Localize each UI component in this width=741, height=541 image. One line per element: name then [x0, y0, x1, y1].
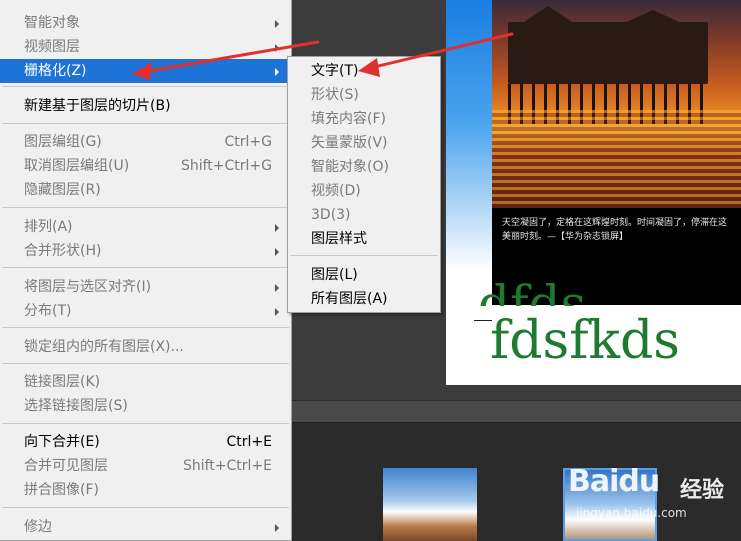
- submenu-item-label: 视频(D): [311, 183, 361, 199]
- submenu-arrow-icon: [275, 308, 279, 316]
- menu-item-shortcut: Ctrl+G: [224, 134, 273, 150]
- menu-item-label: 取消图层编组(U): [24, 158, 130, 174]
- submenu-arrow-icon: [275, 44, 279, 52]
- menu-item-label: 图层编组(G): [24, 134, 102, 150]
- text-insertion-cursor: [474, 320, 492, 321]
- baidu-jingyan-watermark: Baidu 经验 jingyan.baidu.com: [568, 458, 738, 528]
- submenu-item-smart-object[interactable]: 智能对象(O): [288, 155, 440, 179]
- submenu-separator: [290, 255, 438, 256]
- menu-separator: [2, 86, 289, 87]
- menu-item-video-layers[interactable]: 视频图层: [0, 35, 291, 59]
- water-reflection: [492, 110, 741, 208]
- submenu-item-label: 所有图层(A): [311, 291, 388, 307]
- menu-item-label: 视频图层: [24, 39, 80, 55]
- text-layer-line-1[interactable]: dfds: [478, 276, 586, 306]
- submenu-item-label: 形状(S): [311, 87, 359, 103]
- submenu-arrow-icon: [275, 68, 279, 76]
- submenu-arrow-icon: [275, 248, 279, 256]
- menu-item-label: 新建基于图层的切片(B): [24, 98, 171, 114]
- menu-item-combine-shapes[interactable]: 合并形状(H): [0, 239, 291, 263]
- photo-caption: 天空凝固了，定格在这辉煌时刻。时间凝固了，停滞在这 美丽时刻。—【华为杂志锁屏】: [502, 216, 741, 244]
- menu-separator: [2, 507, 289, 508]
- menu-item-label: 将图层与选区对齐(I): [24, 279, 152, 295]
- lockscreen-photo-layer[interactable]: 天空凝固了，定格在这辉煌时刻。时间凝固了，停滞在这 美丽时刻。—【华为杂志锁屏】: [492, 0, 741, 305]
- submenu-arrow-icon: [275, 284, 279, 292]
- submenu-item-label: 图层样式: [311, 231, 367, 247]
- menu-item-label: 合并形状(H): [24, 243, 102, 259]
- submenu-item-label: 矢量蒙版(V): [311, 135, 388, 151]
- menu-item-label: 隐藏图层(R): [24, 182, 101, 198]
- menu-item-matting[interactable]: 修边: [0, 515, 291, 539]
- menu-item-select-linked-layers[interactable]: 选择链接图层(S): [0, 394, 291, 418]
- menu-item-label: 栅格化(Z): [24, 63, 87, 79]
- submenu-item-vector-mask[interactable]: 矢量蒙版(V): [288, 131, 440, 155]
- caption-line-2: 美丽时刻。—【华为杂志锁屏】: [502, 232, 629, 242]
- layer-context-menu: 智能对象 视频图层 栅格化(Z) 新建基于图层的切片(B) 图层编组(G) Ctr…: [0, 0, 292, 541]
- submenu-item-layer[interactable]: 图层(L): [288, 263, 440, 287]
- menu-item-label: 链接图层(K): [24, 374, 101, 390]
- menu-item-flatten-image[interactable]: 拼合图像(F): [0, 478, 291, 502]
- menu-item-shortcut: Shift+Ctrl+E: [182, 458, 272, 474]
- canvas-background-gradient: [446, 0, 492, 270]
- menu-item-merge-visible[interactable]: 合并可见图层 Shift+Ctrl+E: [0, 454, 291, 478]
- menu-separator: [2, 123, 289, 124]
- menu-separator: [2, 207, 289, 208]
- submenu-item-3d[interactable]: 3D(3): [288, 203, 440, 227]
- submenu-item-label: 文字(T): [311, 63, 359, 79]
- submenu-item-fill-content[interactable]: 填充内容(F): [288, 107, 440, 131]
- menu-separator: [2, 423, 289, 424]
- menu-item-label: 锁定组内的所有图层(X)...: [24, 339, 184, 355]
- menu-item-label: 合并可见图层: [24, 458, 108, 474]
- submenu-item-all-layers[interactable]: 所有图层(A): [288, 287, 440, 311]
- rasterize-submenu: 文字(T) 形状(S) 填充内容(F) 矢量蒙版(V) 智能对象(O) 视频(D…: [287, 56, 441, 313]
- submenu-arrow-icon: [275, 20, 279, 28]
- menu-item-label: 排列(A): [24, 219, 73, 235]
- panel-bottom-bar: [292, 400, 741, 423]
- menu-item-label: 智能对象: [24, 15, 80, 31]
- menu-separator: [2, 363, 289, 364]
- submenu-item-type[interactable]: 文字(T): [288, 59, 440, 83]
- menu-item-label: 选择链接图层(S): [24, 398, 128, 414]
- menu-item-smart-object[interactable]: 智能对象: [0, 11, 291, 35]
- submenu-item-shape[interactable]: 形状(S): [288, 83, 440, 107]
- jingyan-label: 经验: [680, 478, 725, 503]
- submenu-item-label: 图层(L): [311, 267, 358, 283]
- menu-item-align-to-selection[interactable]: 将图层与选区对齐(I): [0, 275, 291, 299]
- menu-item-group-layers[interactable]: 图层编组(G) Ctrl+G: [0, 130, 291, 154]
- submenu-item-label: 填充内容(F): [311, 111, 386, 127]
- submenu-item-layer-style[interactable]: 图层样式: [288, 227, 440, 251]
- menu-item-arrange[interactable]: 排列(A): [0, 215, 291, 239]
- menu-item-link-layers[interactable]: 链接图层(K): [0, 370, 291, 394]
- menu-item-shortcut: Ctrl+E: [226, 434, 273, 450]
- submenu-item-label: 智能对象(O): [311, 159, 389, 175]
- baidu-logo: Baidu: [568, 464, 660, 499]
- menu-item-label: 分布(T): [24, 303, 72, 319]
- menu-item-rasterize[interactable]: 栅格化(Z): [0, 59, 291, 83]
- menu-separator: [2, 327, 289, 328]
- menu-item-ungroup-layers[interactable]: 取消图层编组(U) Shift+Ctrl+G: [0, 154, 291, 178]
- sunset-pier-image: [492, 0, 741, 208]
- text-layer-line-2[interactable]: fdsfkds: [490, 306, 680, 376]
- menu-item-new-layer-slice[interactable]: 新建基于图层的切片(B): [0, 94, 291, 118]
- submenu-arrow-icon: [275, 524, 279, 532]
- caption-line-1: 天空凝固了，定格在这辉煌时刻。时间凝固了，停滞在这: [502, 218, 728, 228]
- submenu-arrow-icon: [275, 224, 279, 232]
- menu-item-merge-down[interactable]: 向下合并(E) Ctrl+E: [0, 430, 291, 454]
- pier-silhouette: [508, 22, 708, 84]
- menu-item-shortcut: Shift+Ctrl+G: [180, 158, 272, 174]
- thumbnail-sky-1[interactable]: [383, 468, 477, 541]
- photoshop-window: 天空凝固了，定格在这辉煌时刻。时间凝固了，停滞在这 美丽时刻。—【华为杂志锁屏】…: [0, 0, 741, 541]
- submenu-item-video[interactable]: 视频(D): [288, 179, 440, 203]
- menu-item-hide-layers[interactable]: 隐藏图层(R): [0, 178, 291, 202]
- menu-item-label: 拼合图像(F): [24, 482, 99, 498]
- submenu-item-label: 3D(3): [311, 207, 351, 223]
- menu-separator: [2, 267, 289, 268]
- menu-item-lock-all-layers[interactable]: 锁定组内的所有图层(X)...: [0, 335, 291, 359]
- watermark-url: jingyan.baidu.com: [576, 506, 687, 520]
- menu-item-distribute[interactable]: 分布(T): [0, 299, 291, 323]
- menu-item-label: 修边: [24, 519, 52, 535]
- menu-item-label: 向下合并(E): [24, 434, 100, 450]
